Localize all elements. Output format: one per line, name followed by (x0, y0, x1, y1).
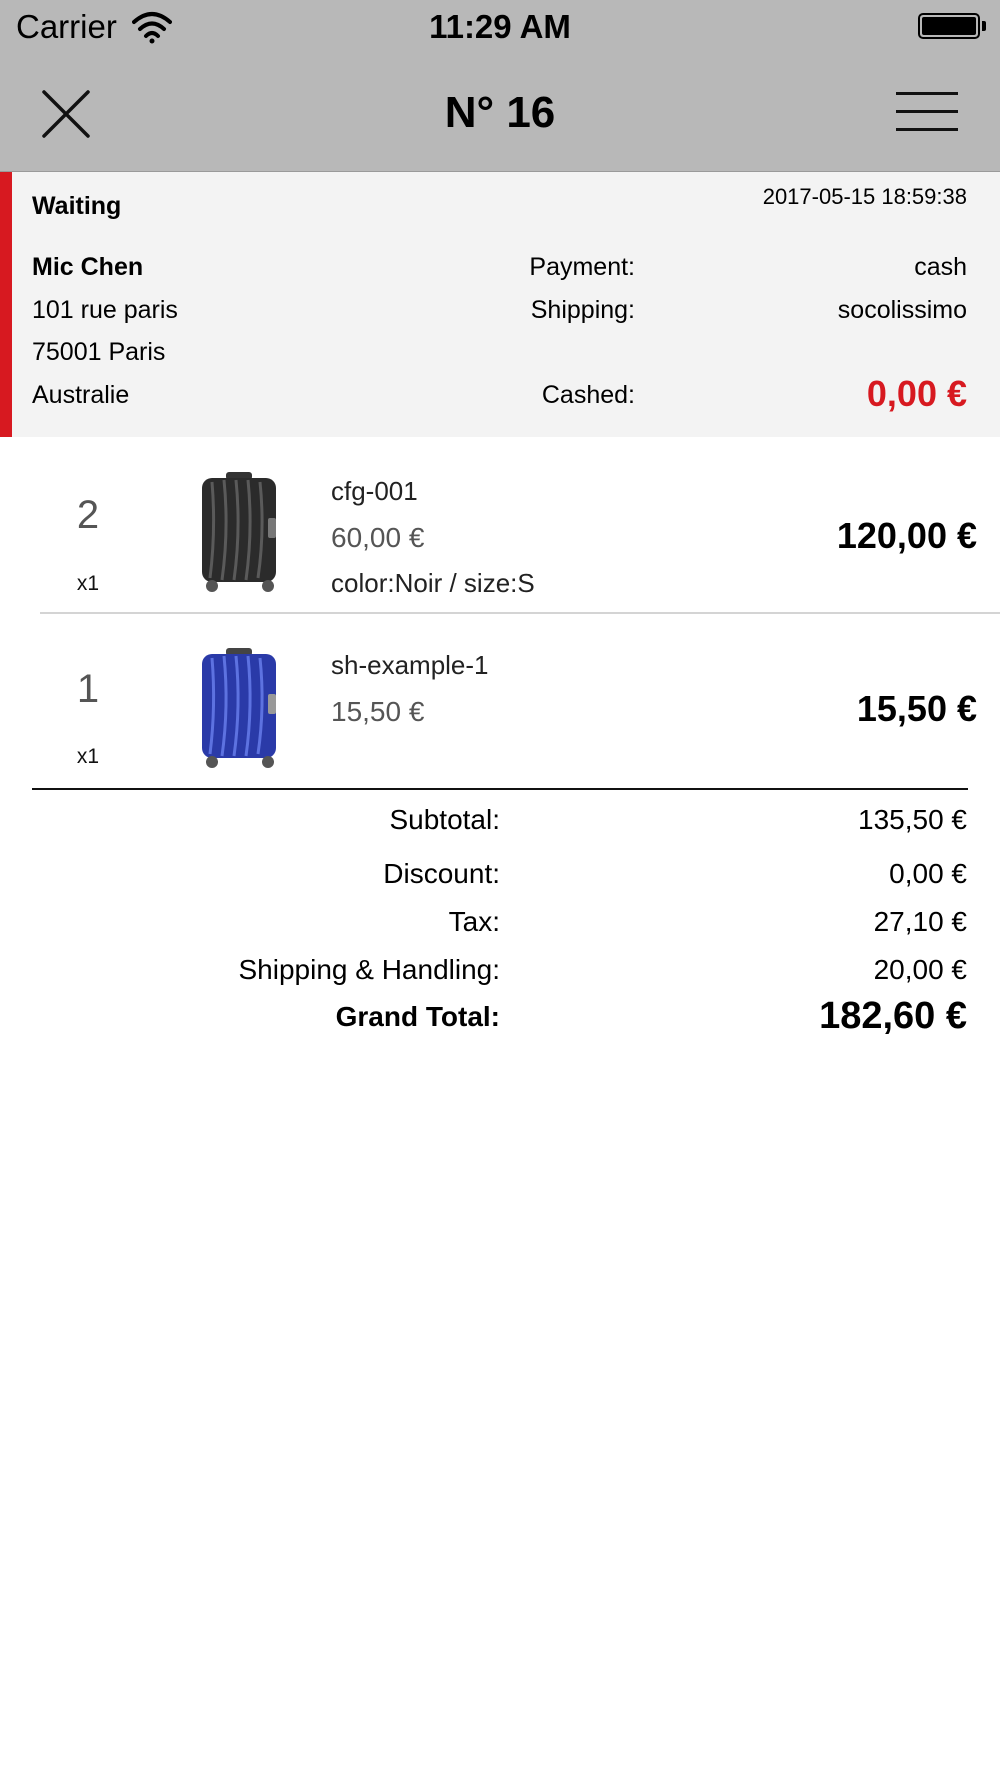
item-quantity: x1 (76, 572, 100, 595)
item-quantity: x1 (76, 745, 100, 768)
order-status: Waiting (32, 192, 122, 220)
cashed-label: Cashed: (541, 381, 635, 409)
status-time: 11:29 AM (429, 8, 571, 45)
item-sku: cfg-001 (331, 476, 418, 506)
subtotal-label: Subtotal: (389, 804, 500, 835)
customer-address-line2: 75001 Paris (32, 338, 166, 366)
item-unit-price: 60,00 € (331, 522, 425, 553)
page-title: N° 16 (444, 88, 556, 137)
discount-label: Discount: (383, 858, 500, 889)
hamburger-menu-icon[interactable] (896, 90, 958, 134)
item-line-total: 15,50 € (856, 688, 977, 729)
grand-total-label: Grand Total: (335, 1001, 500, 1032)
shipping-handling-value: 20,00 € (873, 954, 967, 985)
shipping-label: Shipping: (530, 296, 635, 324)
customer-country: Australie (32, 381, 130, 409)
battery-icon (918, 13, 980, 39)
luggage-blue-image (202, 648, 276, 768)
status-color-stripe (0, 172, 12, 437)
cashed-value: 0,00 € (866, 373, 967, 414)
discount-value: 0,00 € (889, 858, 967, 889)
item-sku: sh-example-1 (331, 650, 489, 680)
tax-value: 27,10 € (873, 906, 967, 937)
luggage-black-image (202, 472, 276, 592)
totals-divider (32, 788, 968, 790)
shipping-value: socolissimo (837, 296, 967, 324)
tax-label: Tax: (448, 906, 500, 937)
grand-total-value: 182,60 € (819, 995, 967, 1037)
subtotal-value: 135,50 € (858, 804, 967, 835)
shipping-handling-label: Shipping & Handling: (238, 954, 500, 985)
item-index: 2 (76, 493, 100, 537)
payment-label: Payment: (529, 253, 635, 281)
customer-name: Mic Chen (32, 253, 144, 281)
item-index: 1 (76, 667, 100, 711)
customer-address-line1: 101 rue paris (32, 296, 178, 324)
item-unit-price: 15,50 € (331, 696, 425, 727)
item-divider (40, 612, 1000, 614)
battery-tip (982, 21, 986, 31)
payment-value: cash (914, 253, 967, 281)
order-date: 2017-05-15 18:59:38 (762, 184, 967, 209)
item-options: color:Noir / size:S (331, 568, 535, 598)
item-line-total: 120,00 € (836, 515, 977, 556)
